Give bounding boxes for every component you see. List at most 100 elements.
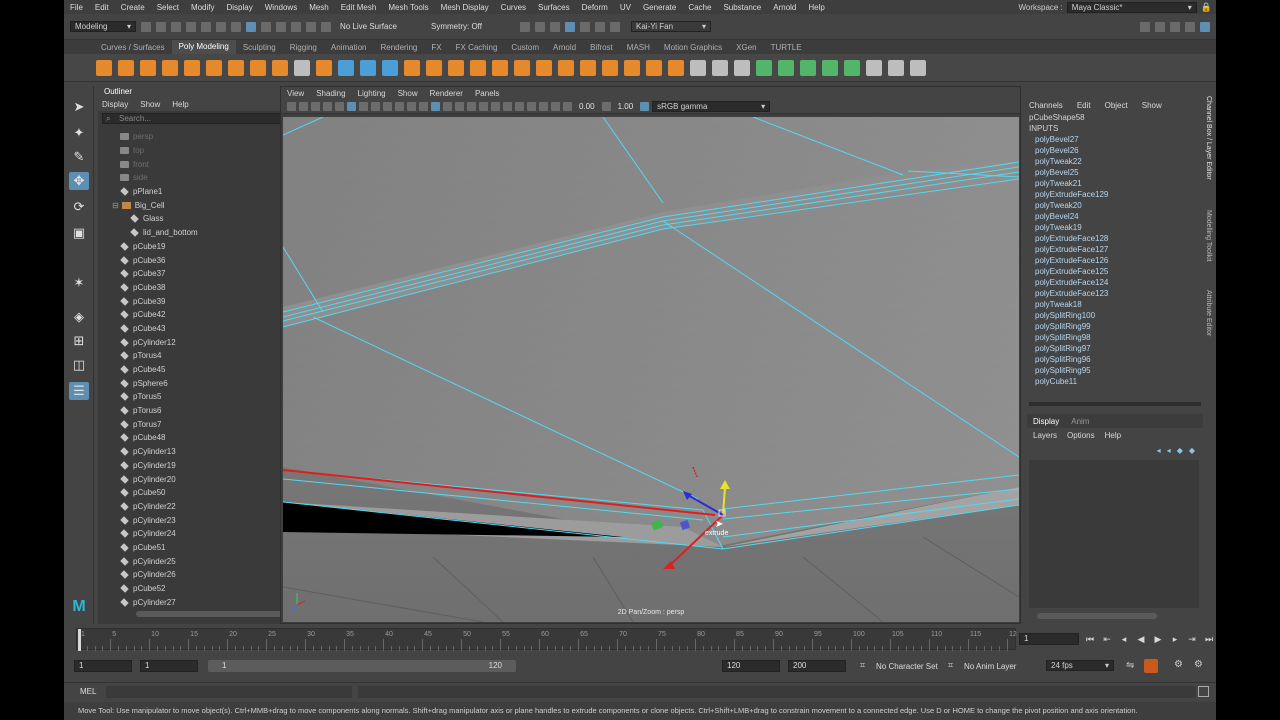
channel-input-item[interactable]: polyCube11 [1027,376,1203,387]
field-chart-icon[interactable] [383,102,392,111]
user-dropdown[interactable]: Kai-Yi Fan ▾ [631,21,711,32]
end-time-field[interactable]: 200 [788,660,846,672]
layer-menu-help[interactable]: Help [1105,431,1121,440]
snap-surface-icon[interactable] [321,21,331,32]
arnold-render-icon[interactable] [595,21,605,32]
channel-input-item[interactable]: polySplitRing98 [1027,332,1203,343]
channel-input-item[interactable]: polySplitRing95 [1027,365,1203,376]
four-pane-icon[interactable]: ⊞ [69,332,89,350]
menu-edit-mesh[interactable]: Edit Mesh [335,3,383,12]
anim-layer-label[interactable]: No Anim Layer [964,662,1016,671]
shelf-tab-mash[interactable]: MASH [620,43,657,52]
menu-help[interactable]: Help [802,3,830,12]
cylindrical-uv-icon[interactable] [778,59,794,76]
move-layer-up-icon[interactable]: ◂ [1157,446,1161,455]
channel-input-item[interactable]: polySplitRing96 [1027,354,1203,365]
menu-generate[interactable]: Generate [637,3,682,12]
menu-arnold[interactable]: Arnold [767,3,802,12]
smooth-shade-icon[interactable] [419,102,428,111]
lasso-tool-icon[interactable]: ✦ [69,124,89,142]
bevel-icon[interactable] [470,59,486,76]
play-backwards-icon[interactable]: ◀ [1135,633,1147,645]
shelf-tab-motion-graphics[interactable]: Motion Graphics [657,43,729,52]
bookmark-icon[interactable] [311,102,320,111]
layer-menu-layers[interactable]: Layers [1033,431,1057,440]
channel-input-item[interactable]: polySplitRing100 [1027,310,1203,321]
step-forward-frame-icon[interactable]: ▸ [1169,633,1181,645]
fps-dropdown[interactable]: 24 fps ▾ [1046,660,1114,671]
poly-cone-icon[interactable] [162,59,178,76]
film-gate-icon[interactable] [347,102,356,111]
menu-mesh-tools[interactable]: Mesh Tools [382,3,434,12]
channel-input-item[interactable]: polyBevel24 [1027,211,1203,222]
make-hole-icon[interactable] [536,59,552,76]
separate-icon[interactable] [360,59,376,76]
render-icon[interactable] [520,21,530,32]
shelf-tab-rendering[interactable]: Rendering [373,43,424,52]
range-bar[interactable]: 1 120 [208,660,516,672]
xray-components-icon[interactable] [551,102,560,111]
channel-input-item[interactable]: polyExtrudeFace127 [1027,244,1203,255]
two-pane-icon[interactable]: ◫ [69,356,89,374]
channel-input-item[interactable]: polyExtrudeFace129 [1027,189,1203,200]
poly-torus-icon[interactable] [184,59,200,76]
move-layer-down-icon[interactable]: ◂ [1167,446,1171,455]
live-surface-label[interactable]: No Live Surface [340,22,426,31]
poke-icon[interactable] [602,59,618,76]
exposure-value[interactable]: 0.00 [575,102,599,111]
layer-horizontal-scrollbar[interactable] [1037,613,1157,619]
channel-menu-edit[interactable]: Edit [1077,101,1091,110]
shelf-tab-fx-caching[interactable]: FX Caching [449,43,505,52]
tab-anim[interactable]: Anim [1071,417,1089,426]
channel-menu-show[interactable]: Show [1142,101,1162,110]
step-forward-key-icon[interactable]: ⇥ [1186,633,1198,645]
exposure-icon[interactable] [563,102,572,111]
script-editor-icon[interactable] [1198,686,1209,697]
step-back-frame-icon[interactable]: ◂ [1118,633,1130,645]
outliner-menu-show[interactable]: Show [140,100,160,109]
viewport-menu-show[interactable]: Show [398,89,418,98]
anim-layer-icon[interactable]: ⌗ [948,660,953,671]
camera-select-icon[interactable] [287,102,296,111]
channel-object-name[interactable]: pCubeShape58 [1027,112,1203,123]
single-pane-icon[interactable]: ◈ [69,308,89,326]
poly-sphere-icon[interactable] [96,59,112,76]
lock-icon[interactable]: 🔒 [1201,2,1212,13]
menu-create[interactable]: Create [115,3,151,12]
spherical-uv-icon[interactable] [800,59,816,76]
offset-edge-loop-icon[interactable] [734,59,750,76]
gate-mask-icon[interactable] [371,102,380,111]
current-time-indicator[interactable] [78,629,81,651]
channel-box-icon[interactable] [1200,21,1210,32]
safe-action-icon[interactable] [395,102,404,111]
last-tool-icon[interactable]: ✶ [69,274,89,292]
planar-uv-icon[interactable] [756,59,772,76]
shelf-tab-rigging[interactable]: Rigging [283,43,324,52]
render-view-icon[interactable] [580,21,590,32]
channel-input-item[interactable]: polySplitRing97 [1027,343,1203,354]
isolate-select-icon[interactable] [515,102,524,111]
wedge-icon[interactable] [624,59,640,76]
menu-modify[interactable]: Modify [185,3,221,12]
snap-view-icon[interactable] [306,21,316,32]
channel-menu-object[interactable]: Object [1105,101,1128,110]
go-to-start-icon[interactable]: ⏮ [1084,633,1096,645]
redo-icon[interactable] [201,21,211,32]
poly-plane-icon[interactable] [206,59,222,76]
gamma-value[interactable]: 1.00 [614,102,638,111]
pause-icon[interactable] [610,21,620,32]
multi-cut-icon[interactable] [690,59,706,76]
shelf-tab-sculpting[interactable]: Sculpting [236,43,283,52]
wireframe-icon[interactable] [407,102,416,111]
channel-input-item[interactable]: polyExtrudeFace123 [1027,288,1203,299]
current-frame-field[interactable]: 1 [1019,633,1079,645]
shelf-tab-turtle[interactable]: TURTLE [764,43,809,52]
character-controls-icon[interactable] [1155,21,1165,32]
workspace-dropdown[interactable]: Maya Classic* ▾ [1066,1,1197,13]
lights-icon[interactable] [455,102,464,111]
command-input[interactable] [106,686,352,698]
attribute-editor-icon[interactable] [1170,21,1180,32]
channel-input-item[interactable]: polyTweak20 [1027,200,1203,211]
channel-menu-channels[interactable]: Channels [1029,101,1063,110]
animation-prefs-icon[interactable]: ⚙ [1194,659,1203,670]
